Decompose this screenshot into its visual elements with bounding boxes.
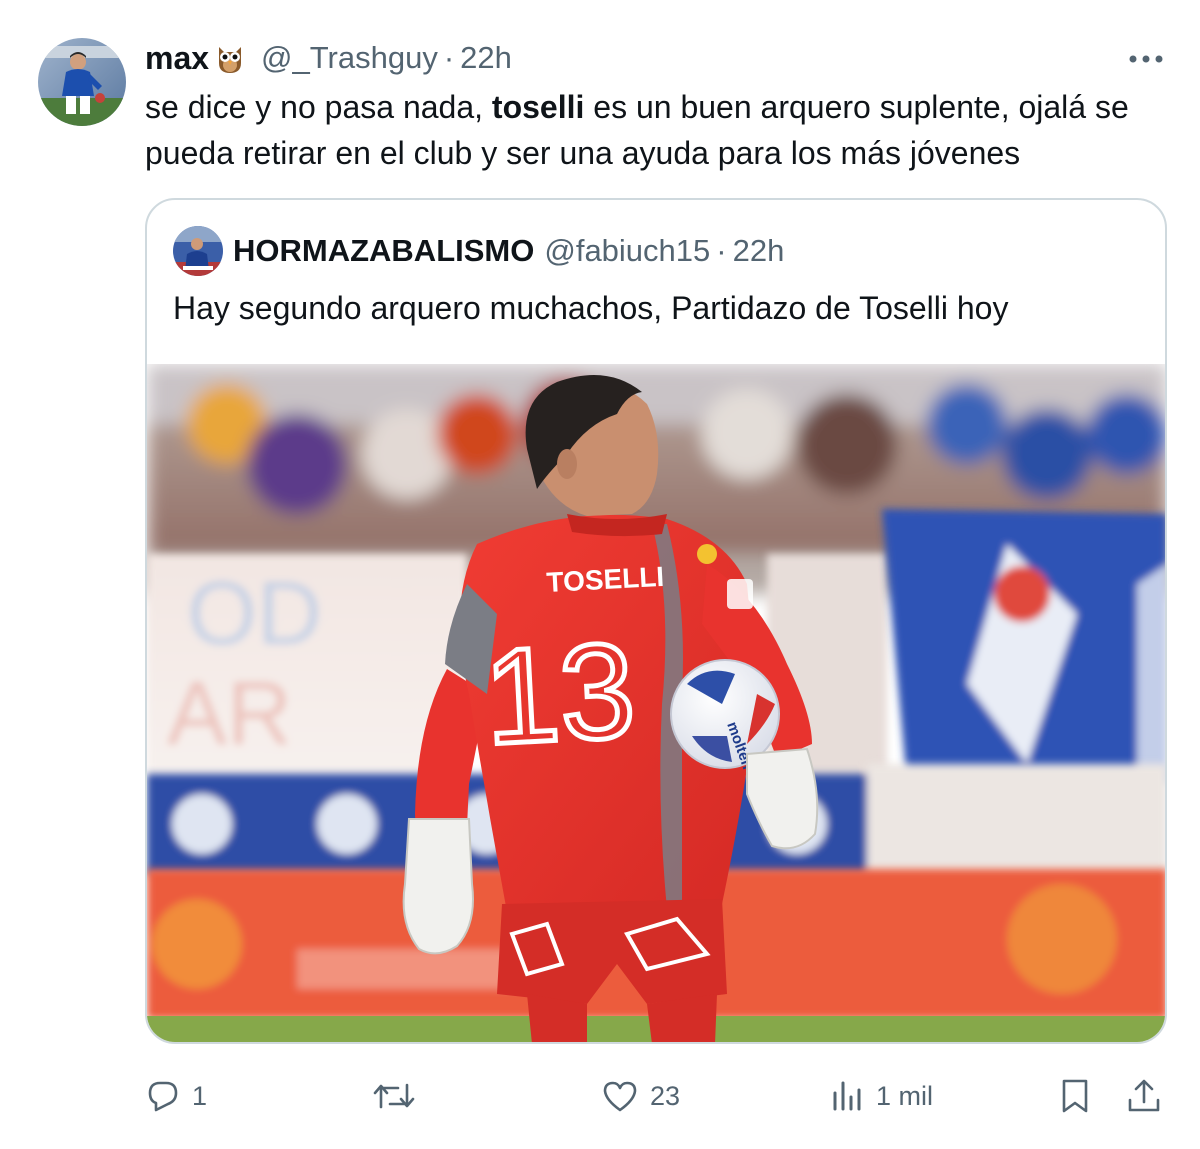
svg-text:OD: OD bbox=[187, 564, 322, 664]
avatar[interactable] bbox=[38, 38, 126, 126]
quote-text: Hay segundo arquero muchachos, Partidazo… bbox=[173, 290, 1009, 326]
like-button[interactable]: 23 bbox=[602, 1066, 680, 1126]
reply-icon bbox=[146, 1079, 180, 1113]
more-button[interactable] bbox=[1120, 40, 1172, 80]
bookmark-icon bbox=[1058, 1078, 1092, 1114]
tweet[interactable]: max @_Trashguy · 22h se dice y no pasa n… bbox=[0, 0, 1200, 1149]
views-icon bbox=[832, 1079, 864, 1113]
tweet-time[interactable]: 22h bbox=[460, 40, 512, 76]
tweet-header: max @_Trashguy · 22h bbox=[145, 36, 512, 80]
reply-button[interactable]: 1 bbox=[146, 1066, 207, 1126]
retweet-button[interactable] bbox=[372, 1066, 428, 1126]
separator-dot: · bbox=[443, 40, 455, 75]
tweet-text-bold: toselli bbox=[491, 89, 585, 125]
quote-author-name: HORMAZABALISMO bbox=[233, 233, 535, 268]
jersey-name: TOSELLI bbox=[546, 561, 665, 598]
author-handle[interactable]: @_Trashguy bbox=[261, 40, 438, 76]
quote-media-photo[interactable]: OD AR molten TOSELLI 13 bbox=[147, 364, 1165, 1042]
views-button[interactable]: 1 mil bbox=[832, 1066, 933, 1126]
quoted-tweet[interactable]: HORMAZABALISMO @fabiuch15 · 22h Hay segu… bbox=[145, 198, 1167, 1044]
owl-emoji-icon bbox=[213, 41, 247, 75]
jersey-number: 13 bbox=[481, 614, 639, 773]
bookmark-button[interactable] bbox=[1058, 1066, 1092, 1126]
retweet-icon bbox=[372, 1079, 416, 1113]
quote-header: HORMAZABALISMO @fabiuch15 · 22h bbox=[233, 228, 784, 274]
quote-time: 22h bbox=[732, 233, 785, 268]
tweet-text: se dice y no pasa nada, toselli es un bu… bbox=[145, 84, 1175, 176]
author-name[interactable]: max bbox=[145, 40, 209, 77]
share-button[interactable] bbox=[1126, 1066, 1162, 1126]
more-icon bbox=[1128, 51, 1164, 69]
tweet-text-start: se dice y no pasa nada, bbox=[145, 89, 492, 125]
like-count: 23 bbox=[650, 1080, 681, 1111]
heart-icon bbox=[602, 1079, 638, 1113]
quote-separator-dot: · bbox=[716, 233, 727, 268]
quote-author-handle: @fabiuch15 bbox=[544, 233, 711, 268]
action-bar: 1 23 1 mil bbox=[0, 1066, 1200, 1126]
svg-text:AR: AR bbox=[167, 664, 292, 764]
share-icon bbox=[1126, 1078, 1162, 1114]
quote-avatar[interactable] bbox=[173, 226, 223, 276]
views-count: 1 mil bbox=[876, 1080, 934, 1111]
reply-count: 1 bbox=[192, 1080, 208, 1111]
